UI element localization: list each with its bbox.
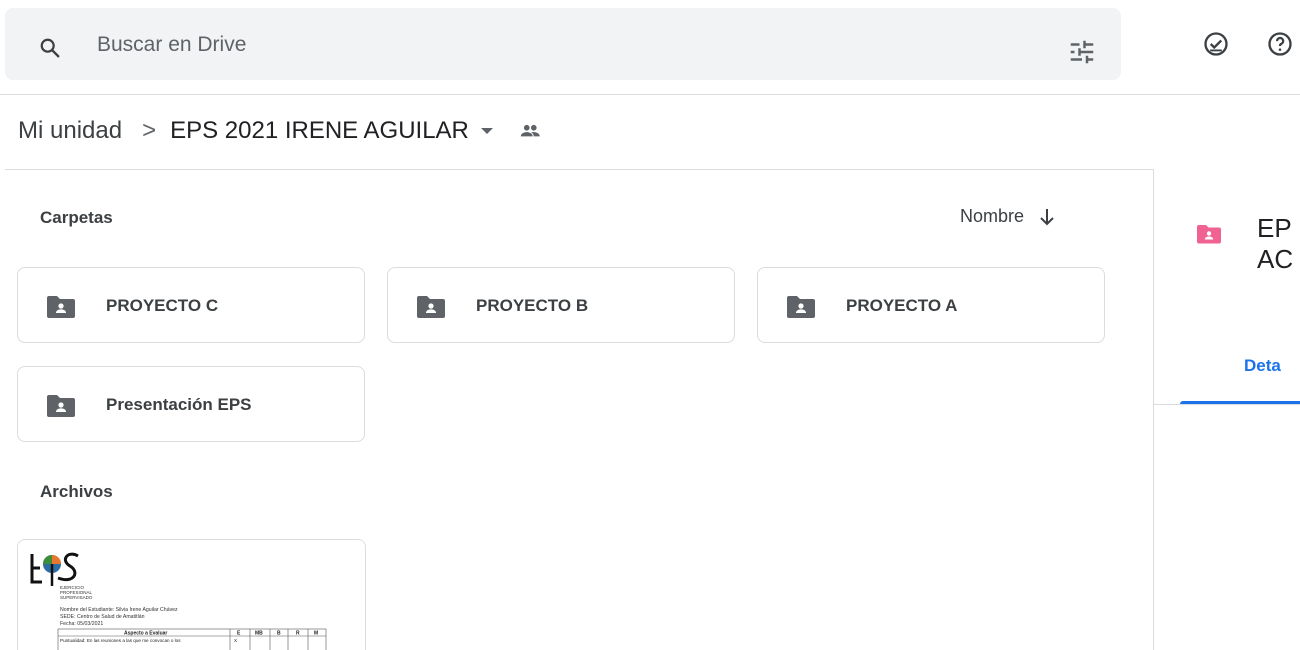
doc-line: Nombre del Estudiante: Silvia Irene Agui… — [60, 607, 178, 613]
breadcrumb: Mi unidad > EPS 2021 IRENE AGUILAR — [18, 114, 543, 148]
details-title: EP AC — [1257, 213, 1300, 275]
folder-card[interactable]: PROYECTO A — [757, 267, 1105, 343]
details-panel-divider — [1153, 169, 1154, 650]
shared-folder-icon — [47, 296, 75, 318]
logo-subtext: SUPERVISADO — [60, 595, 93, 600]
breadcrumb-root[interactable]: Mi unidad — [18, 117, 122, 145]
folder-name: PROYECTO C — [106, 296, 219, 315]
file-card[interactable]: EJERCICIO PROFESIONAL SUPERVISADO Nombre… — [17, 539, 366, 650]
table-col: MB — [255, 631, 263, 637]
shared-folder-pink-icon — [1197, 225, 1221, 244]
tab-details[interactable]: Deta — [1244, 356, 1281, 376]
folder-card[interactable]: PROYECTO C — [17, 267, 365, 343]
shared-folder-icon — [47, 395, 75, 417]
top-divider — [0, 94, 1300, 95]
folder-dropdown-icon[interactable] — [480, 128, 493, 134]
breadcrumb-current-folder[interactable]: EPS 2021 IRENE AGUILAR — [170, 117, 469, 145]
search-input[interactable] — [97, 30, 997, 60]
folder-name: Presentación EPS — [106, 395, 252, 414]
file-thumbnail: EJERCICIO PROFESIONAL SUPERVISADO Nombre… — [18, 540, 365, 650]
folders-section-label: Carpetas — [40, 208, 113, 227]
breadcrumb-separator: > — [142, 117, 157, 144]
arrow-down-icon[interactable] — [1038, 207, 1056, 227]
table-row-text: Puntualidad: En las reuniones a las que … — [60, 638, 181, 643]
shared-folder-icon — [417, 296, 445, 318]
shared-folder-icon — [787, 296, 815, 318]
table-col: M — [314, 631, 318, 637]
files-section-label: Archivos — [40, 482, 113, 501]
details-title-line: EP — [1257, 213, 1292, 243]
table-col: B — [277, 631, 281, 637]
help-icon[interactable] — [1266, 30, 1294, 58]
details-title-line: AC — [1257, 244, 1294, 274]
sort-control[interactable]: Nombre — [960, 206, 1056, 227]
table-col: R — [296, 631, 300, 637]
search-bar[interactable] — [5, 8, 1121, 80]
doc-line: SEDE: Centro de Salud de Amatitlán — [60, 614, 145, 620]
search-icon[interactable] — [39, 37, 61, 59]
folder-card[interactable]: PROYECTO B — [387, 267, 735, 343]
tab-divider — [1154, 404, 1300, 405]
table-mark: X — [234, 638, 237, 643]
sort-label[interactable]: Nombre — [960, 206, 1024, 227]
table-header: Aspecto a Evaluar — [124, 631, 167, 637]
folder-card[interactable]: Presentación EPS — [17, 366, 365, 442]
shared-people-icon[interactable] — [517, 118, 543, 144]
tune-icon[interactable] — [1067, 37, 1097, 67]
content-divider — [5, 169, 1153, 170]
folder-name: PROYECTO B — [476, 296, 589, 315]
folder-name: PROYECTO A — [846, 296, 958, 315]
offline-ready-icon[interactable] — [1202, 30, 1230, 58]
doc-line: Fecha: 05/03/2021 — [60, 621, 103, 627]
